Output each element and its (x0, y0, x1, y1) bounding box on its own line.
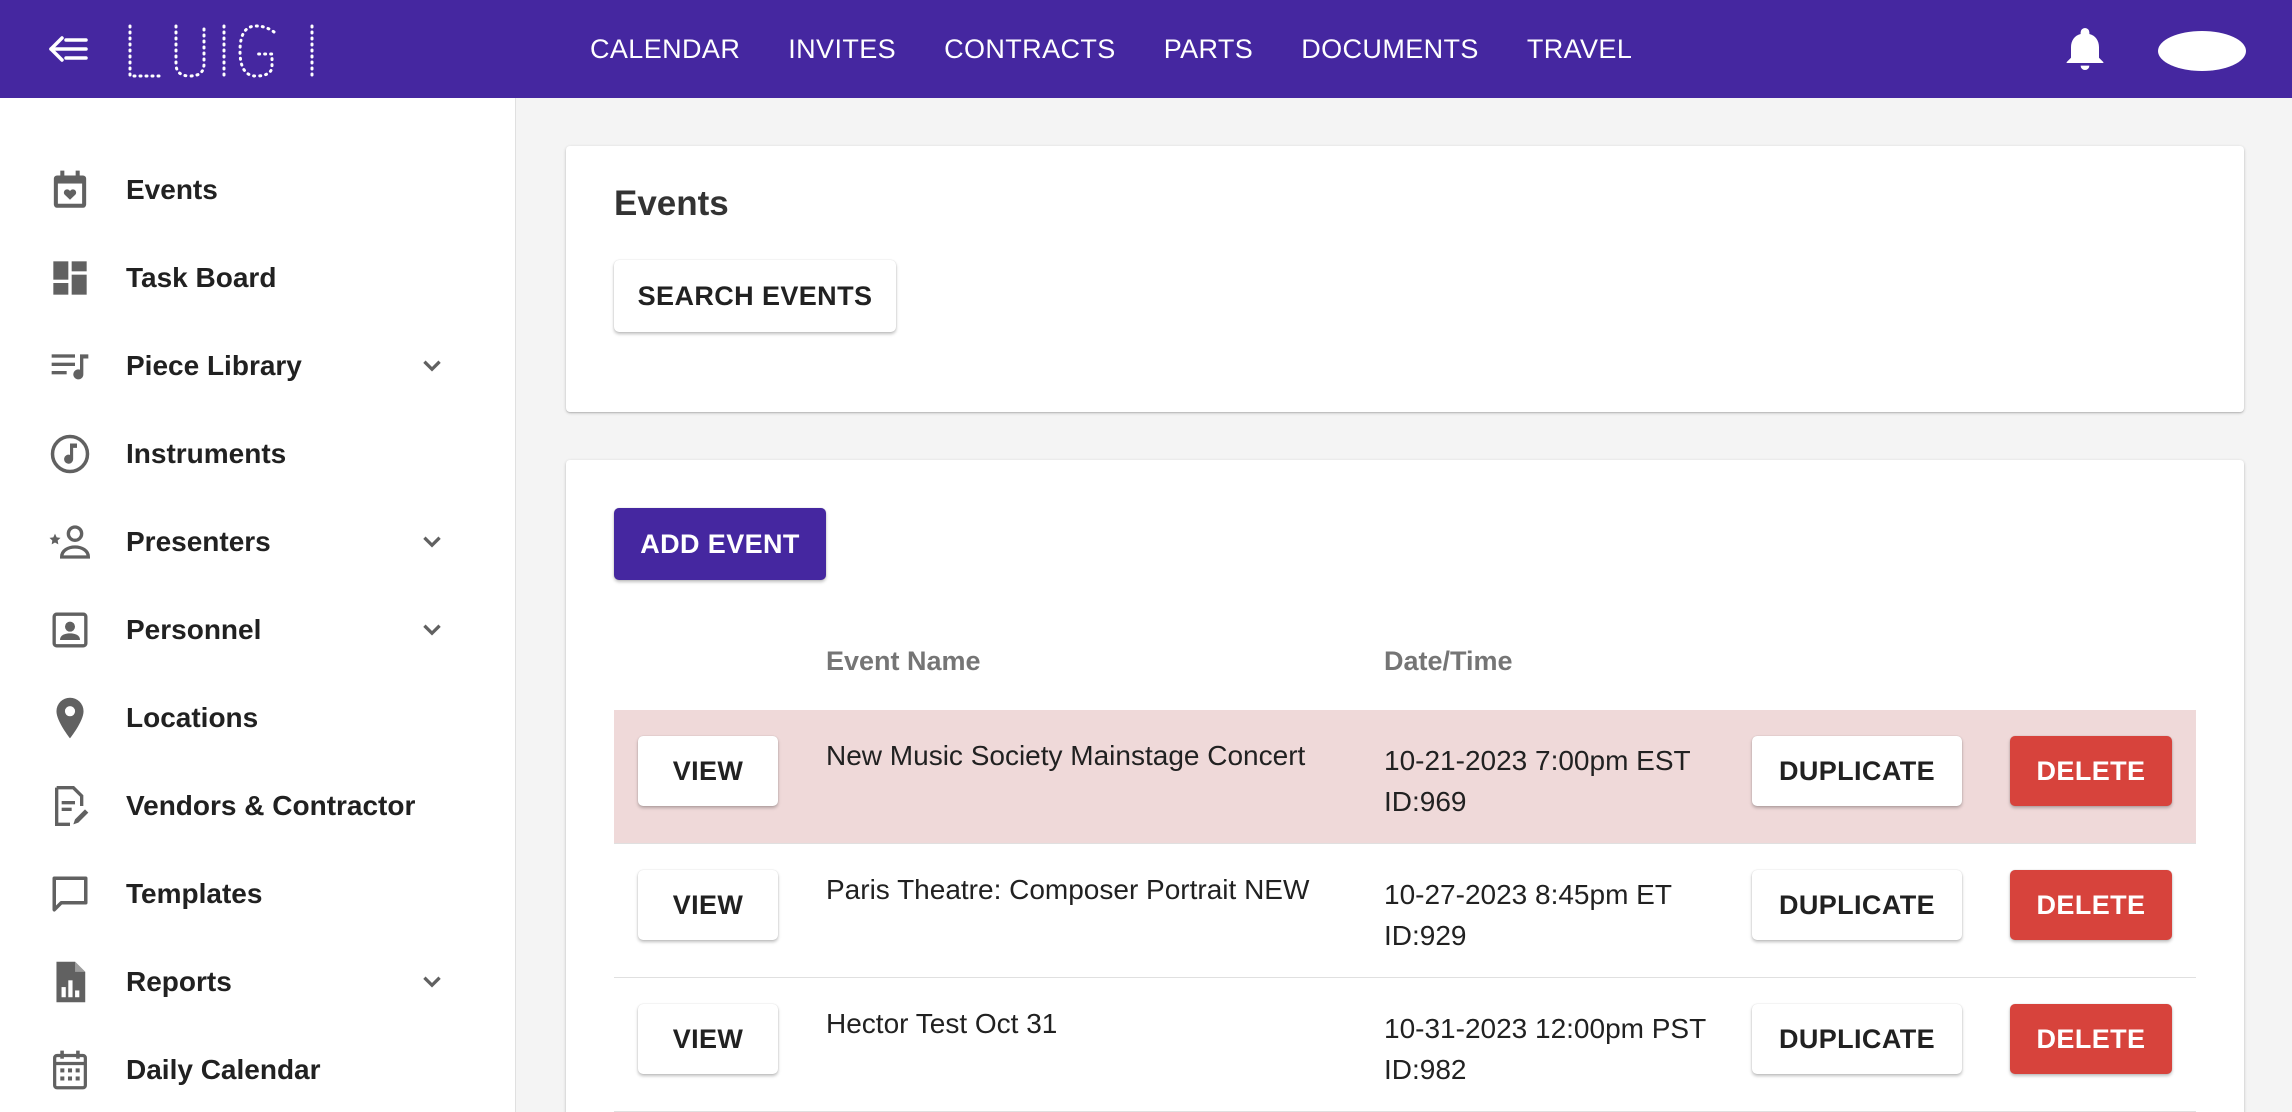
page-title: Events (614, 184, 729, 223)
sidebar-item-label: Personnel (126, 614, 262, 645)
sidebar-item-events[interactable]: Events (0, 146, 516, 234)
event-name: Hector Test Oct 31 (826, 1008, 1058, 1039)
sidebar-item-instruments[interactable]: Instruments (0, 410, 516, 498)
sidebar-item-task-board[interactable]: Task Board (0, 234, 516, 322)
document-edit-icon (48, 784, 92, 828)
sidebar-item-templates[interactable]: Templates (0, 850, 516, 938)
music-note-circle-icon (48, 432, 92, 476)
duplicate-button[interactable]: DUPLICATE (1752, 736, 1962, 806)
duplicate-button[interactable]: DUPLICATE (1752, 1004, 1962, 1074)
report-chart-icon (48, 960, 92, 1004)
music-list-icon (48, 344, 92, 388)
duplicate-button[interactable]: DUPLICATE (1752, 870, 1962, 940)
sidebar-item-label: Vendors & Contractor (126, 790, 416, 821)
nav-travel[interactable]: TRAVEL (1527, 34, 1632, 65)
bell-icon (2066, 28, 2104, 70)
top-app-bar: CALENDAR INVITES CONTRACTS PARTS DOCUMEN… (0, 0, 2292, 98)
arrow-left-menu-icon (49, 36, 88, 62)
nav-calendar[interactable]: CALENDAR (590, 34, 740, 65)
sidebar-item-label: Task Board (126, 262, 277, 293)
view-button[interactable]: VIEW (638, 736, 778, 806)
table-row: VIEW Paris Theatre: Composer Portrait NE… (614, 844, 2196, 978)
view-button[interactable]: VIEW (638, 870, 778, 940)
chevron-down-icon[interactable] (414, 348, 450, 384)
search-events-button[interactable]: SEARCH EVENTS (614, 260, 896, 332)
add-event-button[interactable]: ADD EVENT (614, 508, 826, 580)
sidebar-item-label: Instruments (126, 438, 287, 469)
event-name: Paris Theatre: Composer Portrait NEW (826, 874, 1310, 905)
contact-card-icon (48, 608, 92, 652)
sidebar-item-label: Presenters (126, 526, 271, 557)
event-date: 10-21-2023 7:00pm EST (1384, 745, 1691, 776)
sidebar-item-vendors[interactable]: Vendors & Contractor (0, 762, 516, 850)
sidebar-item-piece-library[interactable]: Piece Library (0, 322, 516, 410)
sidebar-item-locations[interactable]: Locations (0, 674, 516, 762)
sidebar-item-reports[interactable]: Reports (0, 938, 516, 1026)
column-header-event-name[interactable]: Event Name (826, 646, 981, 677)
collapse-menu-button[interactable] (44, 27, 92, 71)
event-date: 10-27-2023 8:45pm ET (1384, 879, 1672, 910)
event-date: 10-31-2023 12:00pm PST (1384, 1013, 1707, 1044)
luigi-logo (124, 22, 320, 80)
top-navigation: CALENDAR INVITES CONTRACTS PARTS DOCUMEN… (590, 0, 1680, 98)
sidebar-item-daily-calendar[interactable]: Daily Calendar (0, 1026, 516, 1112)
delete-button[interactable]: DELETE (2010, 736, 2172, 806)
sidebar-item-label: Daily Calendar (126, 1054, 321, 1085)
event-id: ID:982 (1384, 1054, 1467, 1085)
nav-invites[interactable]: INVITES (788, 34, 896, 65)
user-avatar[interactable] (2158, 31, 2246, 71)
event-name: New Music Society Mainstage Concert (826, 740, 1306, 771)
column-header-date-time[interactable]: Date/Time (1384, 646, 1513, 677)
calendar-heart-icon (48, 168, 92, 212)
map-pin-icon (48, 696, 92, 740)
nav-contracts[interactable]: CONTRACTS (944, 34, 1116, 65)
sidebar: Events Task Board Piece Library Instrume… (0, 98, 516, 1112)
delete-button[interactable]: DELETE (2010, 870, 2172, 940)
delete-button[interactable]: DELETE (2010, 1004, 2172, 1074)
event-datetime: 10-27-2023 8:45pm ET ID:929 (1384, 874, 1672, 956)
sidebar-item-label: Reports (126, 966, 232, 997)
event-datetime: 10-31-2023 12:00pm PST ID:982 (1384, 1008, 1706, 1090)
chevron-down-icon[interactable] (414, 964, 450, 1000)
sidebar-item-presenters[interactable]: Presenters (0, 498, 516, 586)
sidebar-item-label: Piece Library (126, 350, 302, 381)
view-button[interactable]: VIEW (638, 1004, 778, 1074)
sidebar-item-label: Events (126, 174, 218, 205)
sidebar-item-personnel[interactable]: Personnel (0, 586, 516, 674)
table-row: VIEW Hector Test Oct 31 10-31-2023 12:00… (614, 978, 2196, 1112)
table-row: VIEW New Music Society Mainstage Concert… (614, 710, 2196, 844)
dashboard-icon (48, 256, 92, 300)
event-datetime: 10-21-2023 7:00pm EST ID:969 (1384, 740, 1691, 822)
chevron-down-icon[interactable] (414, 524, 450, 560)
event-id: ID:969 (1384, 786, 1467, 817)
events-search-card: Events SEARCH EVENTS (566, 146, 2244, 412)
event-id: ID:929 (1384, 920, 1467, 951)
calendar-grid-icon (48, 1048, 92, 1092)
events-list-card: ADD EVENT Event Name Date/Time VIEW New … (566, 460, 2244, 1112)
chevron-down-icon[interactable] (414, 612, 450, 648)
person-star-icon (48, 520, 92, 564)
sidebar-item-label: Locations (126, 702, 259, 733)
notifications-button[interactable] (2064, 26, 2106, 72)
nav-documents[interactable]: DOCUMENTS (1301, 34, 1479, 65)
chat-bubble-icon (48, 872, 92, 916)
nav-parts[interactable]: PARTS (1164, 34, 1254, 65)
sidebar-item-label: Templates (126, 878, 263, 909)
